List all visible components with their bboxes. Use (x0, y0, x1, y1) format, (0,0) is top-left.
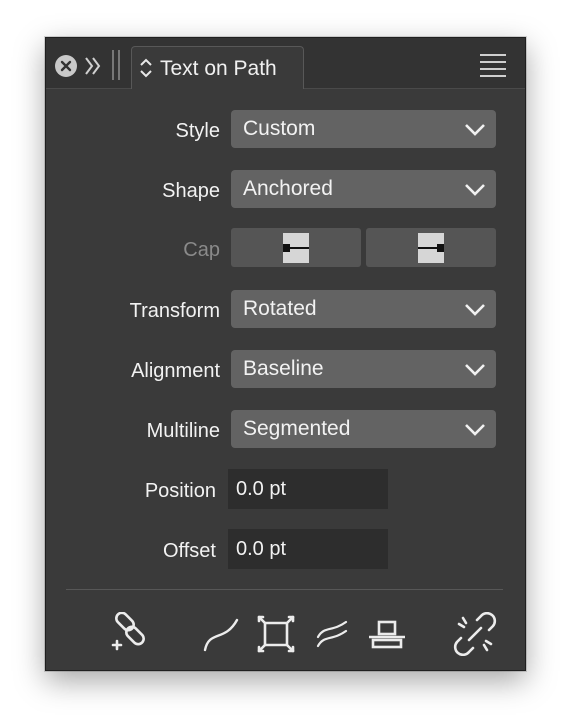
updown-chevron-icon[interactable] (140, 58, 152, 78)
cap-end-button[interactable] (366, 228, 496, 267)
chevron-down-icon (464, 119, 486, 139)
curve-path-icon[interactable] (199, 612, 243, 656)
cap-label: Cap (183, 239, 220, 261)
multiline-label: Multiline (146, 420, 220, 442)
style-label: Style (175, 120, 220, 142)
offset-value: 0.0 pt (236, 538, 287, 560)
divider (66, 589, 503, 590)
double-curve-icon[interactable] (310, 612, 354, 656)
chevron-down-icon (464, 179, 486, 199)
chevron-down-icon (464, 419, 486, 439)
shape-label: Shape (162, 180, 220, 202)
tab-text-on-path[interactable]: Text on Path (131, 46, 304, 89)
position-value: 0.0 pt (236, 478, 287, 500)
transform-box-icon[interactable] (254, 612, 298, 656)
cap-end-icon (418, 232, 444, 263)
chevron-down-icon (464, 359, 486, 379)
close-icon[interactable] (55, 55, 77, 77)
offset-label: Offset (163, 540, 216, 562)
link-path-icon[interactable] (109, 611, 153, 656)
alignment-label: Alignment (131, 360, 220, 382)
position-label: Position (144, 480, 216, 502)
multiline-value: Segmented (243, 417, 351, 440)
unlink-path-icon[interactable] (453, 611, 497, 657)
panel-titlebar: Text on Path (46, 38, 525, 89)
baseline-align-icon[interactable] (365, 612, 409, 656)
grip-handle-icon[interactable] (111, 50, 121, 80)
multiline-dropdown[interactable]: Segmented (231, 410, 496, 448)
alignment-dropdown[interactable]: Baseline (231, 350, 496, 388)
shape-dropdown[interactable]: Anchored (231, 170, 496, 208)
transform-label: Transform (129, 300, 220, 322)
style-value: Custom (243, 117, 316, 140)
chevron-down-icon (464, 299, 486, 319)
transform-dropdown[interactable]: Rotated (231, 290, 496, 328)
style-dropdown[interactable]: Custom (231, 110, 496, 148)
shape-value: Anchored (243, 177, 333, 200)
hamburger-menu-icon[interactable] (479, 52, 507, 78)
tab-title: Text on Path (160, 57, 277, 80)
alignment-value: Baseline (243, 357, 324, 380)
double-chevron-right-icon[interactable] (83, 53, 103, 79)
position-input[interactable]: 0.0 pt (228, 469, 388, 509)
transform-value: Rotated (243, 297, 317, 320)
text-on-path-panel: Text on Path Style Custom Shape Anchored… (45, 37, 526, 671)
cap-start-icon (283, 232, 309, 263)
offset-input[interactable]: 0.0 pt (228, 529, 388, 569)
cap-start-button[interactable] (231, 228, 361, 267)
